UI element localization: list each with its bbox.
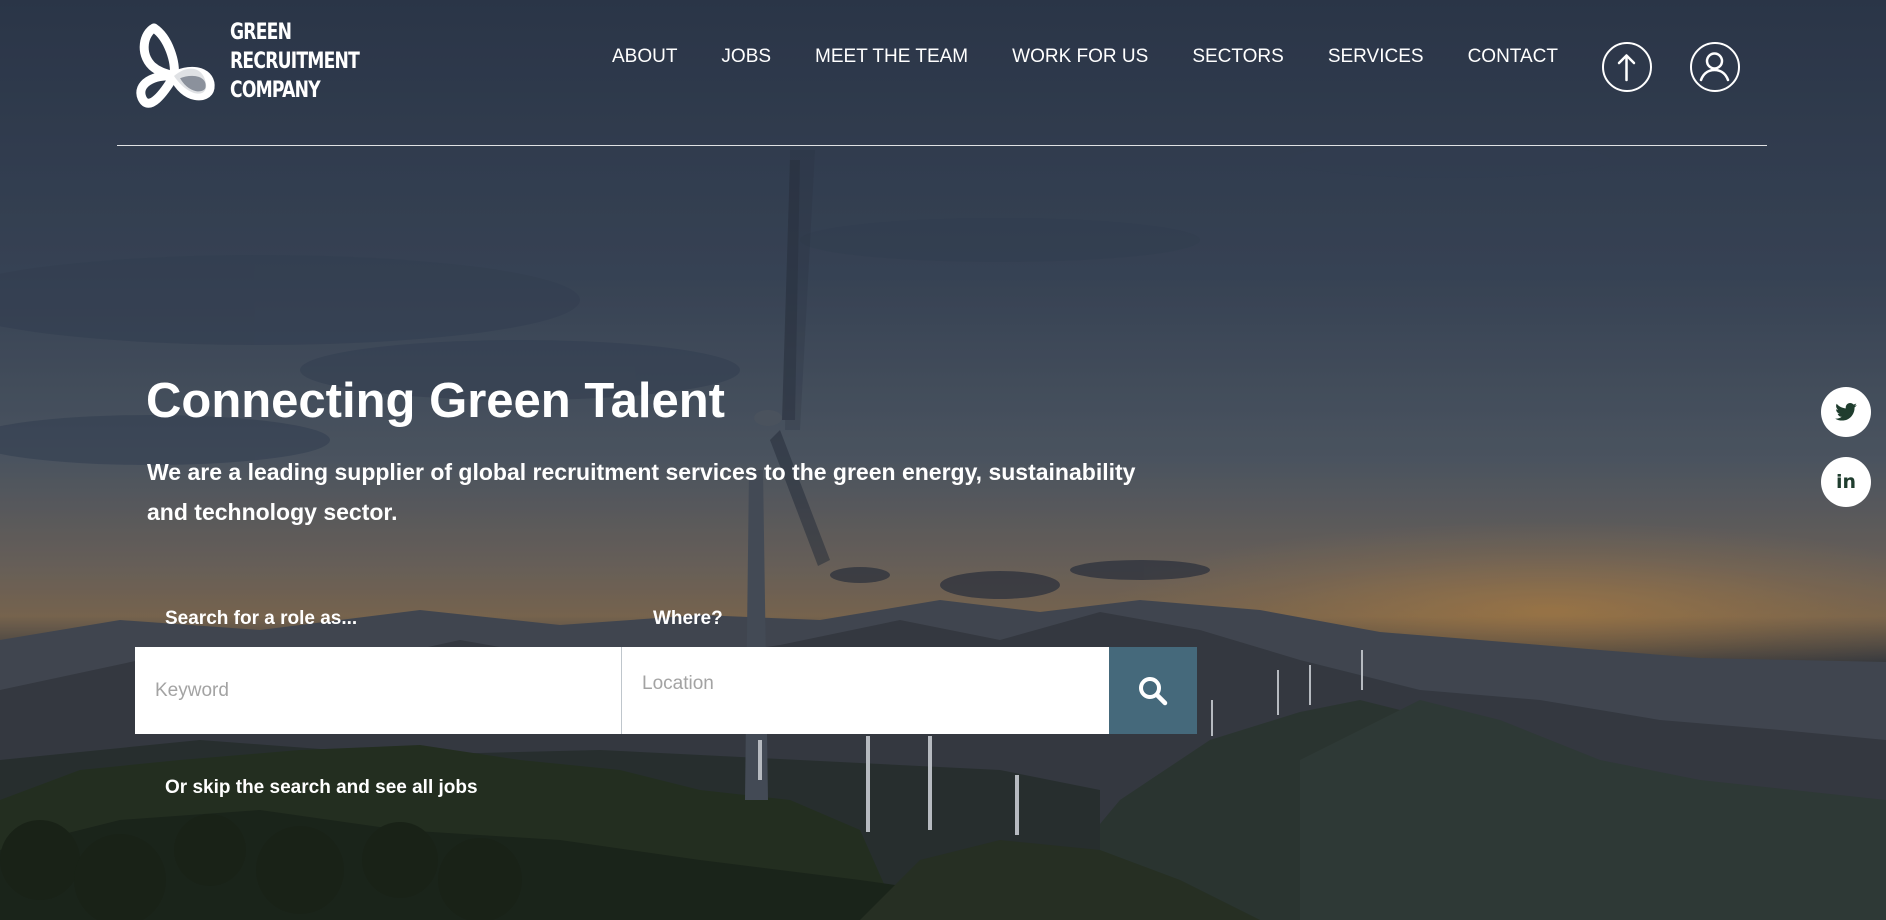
nav-meet-the-team[interactable]: MEET THE TEAM — [815, 46, 968, 68]
nav-contact[interactable]: CONTACT — [1468, 46, 1558, 68]
twitter-link[interactable] — [1821, 387, 1871, 437]
search-button[interactable] — [1109, 647, 1197, 734]
twitter-icon — [1835, 403, 1857, 421]
search-icon — [1139, 676, 1168, 705]
nav-services[interactable]: SERVICES — [1328, 46, 1424, 68]
hero-section: GREEN RECRUITMENT COMPANY ABOUT JOBS MEE… — [0, 0, 1886, 920]
linkedin-icon: in — [1835, 471, 1857, 493]
user-account-icon — [1699, 52, 1730, 82]
page-content: GREEN RECRUITMENT COMPANY ABOUT JOBS MEE… — [0, 0, 1886, 920]
logo-wordmark: GREEN RECRUITMENT COMPANY — [230, 18, 360, 105]
hero-title: Connecting Green Talent — [146, 374, 725, 428]
logo-line-3: COMPANY — [230, 78, 321, 103]
account-button[interactable] — [1690, 42, 1740, 92]
brand-logo[interactable]: GREEN RECRUITMENT COMPANY — [134, 18, 395, 118]
nav-about[interactable]: ABOUT — [612, 46, 677, 68]
nav-work-for-us[interactable]: WORK FOR US — [1012, 46, 1148, 68]
linkedin-link[interactable]: in — [1821, 457, 1871, 507]
logo-line-2: RECRUITMENT — [230, 49, 360, 74]
nav-jobs[interactable]: JOBS — [721, 46, 771, 68]
keyword-label: Search for a role as... — [165, 608, 358, 629]
hero-subtitle: We are a leading supplier of global recr… — [147, 459, 1136, 525]
see-all-jobs-link[interactable]: Or skip the search and see all jobs — [165, 777, 478, 799]
location-label: Where? — [653, 608, 723, 629]
keyword-input[interactable] — [135, 647, 622, 734]
job-search-form — [135, 647, 1197, 734]
logo-line-1: GREEN — [230, 20, 292, 45]
logo-mark-icon — [136, 23, 215, 108]
upload-cv-button[interactable] — [1602, 42, 1652, 92]
nav-sectors[interactable]: SECTORS — [1192, 46, 1284, 68]
main-nav: ABOUT JOBS MEET THE TEAM WORK FOR US SEC… — [568, 46, 1558, 68]
upload-arrow-icon — [1617, 54, 1636, 82]
location-input[interactable] — [622, 647, 1109, 734]
header-divider — [117, 145, 1767, 146]
